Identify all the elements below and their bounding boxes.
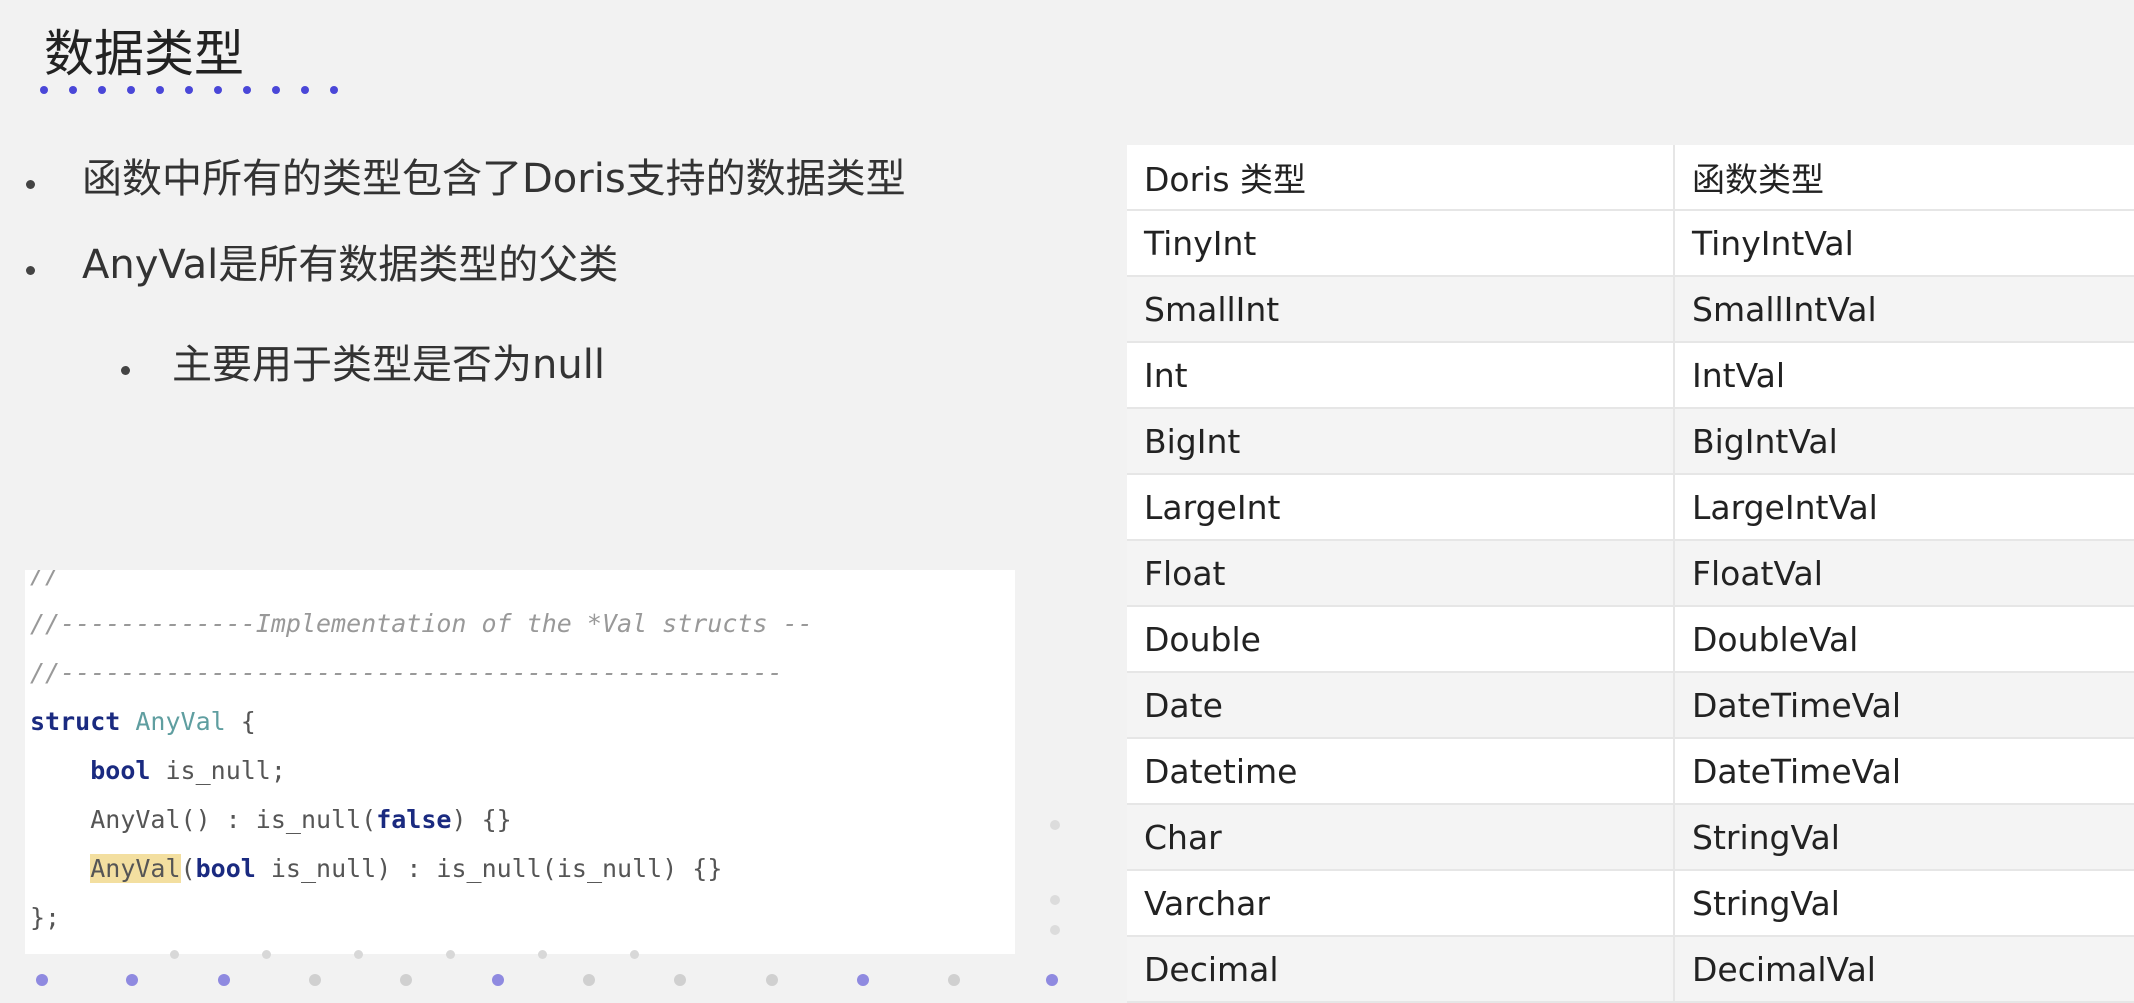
code-ctor-line: AnyVal() : is_null(false) {} [30,795,813,844]
cell-function-type: DateTimeVal [1674,672,2134,739]
cell-function-type: LargeIntVal [1674,474,2134,541]
table-row: SmallInt SmallIntVal [1127,276,2134,343]
table-row: Datetime DateTimeVal [1127,738,2134,805]
table-row: Decimal DecimalVal [1127,936,2134,1003]
cell-function-type: DateTimeVal [1674,738,2134,805]
table-row: Date DateTimeVal [1127,672,2134,739]
table-header-row: Doris 类型 函数类型 [1127,145,2134,211]
code-keyword: struct [30,707,121,736]
code-text: is_null) : is_null(is_null) {} [255,854,723,883]
column-header-function-type: 函数类型 [1674,145,2134,211]
code-text: { [225,707,256,736]
table-row: Double DoubleVal [1127,606,2134,673]
cell-doris-type: TinyInt [1127,210,1675,277]
bullet-item: 函数中所有的类型包含了Doris支持的数据类型 [20,155,906,241]
cell-function-type: StringVal [1674,870,2134,937]
cell-doris-type: Decimal [1127,936,1675,1003]
code-field-line: bool is_null; [30,746,813,795]
code-comment: //-------------Implementation of the *Va… [30,609,813,638]
cell-function-type: IntVal [1674,342,2134,409]
slide-title: 数据类型 [44,25,244,83]
cell-doris-type: Float [1127,540,1675,607]
cell-function-type: BigIntVal [1674,408,2134,475]
bullet-dot-icon [26,266,35,275]
code-struct-line: struct AnyVal { [30,697,813,746]
bullet-list: 函数中所有的类型包含了Doris支持的数据类型 AnyVal是所有数据类型的父类… [20,155,906,389]
cell-doris-type: LargeInt [1127,474,1675,541]
cell-function-type: StringVal [1674,804,2134,871]
table-row: Char StringVal [1127,804,2134,871]
code-highlighted-name: AnyVal [90,854,181,883]
table-row: TinyInt TinyIntVal [1127,210,2134,277]
code-comment: //--------------------------------------… [30,658,783,687]
sub-bullet-item: 主要用于类型是否为null [20,341,906,389]
code-text: AnyVal [90,805,181,834]
code-ctor-line: AnyVal(bool is_null) : is_null(is_null) … [30,844,813,893]
bullet-dot-icon [121,366,130,375]
code-text: () : is_null( [180,805,377,834]
cell-function-type: FloatVal [1674,540,2134,607]
cell-function-type: DoubleVal [1674,606,2134,673]
table-row: Varchar StringVal [1127,870,2134,937]
cell-function-type: DecimalVal [1674,936,2134,1003]
code-text: is_null; [150,756,286,785]
bullet-text: 函数中所有的类型包含了Doris支持的数据类型 [82,156,906,202]
type-mapping-table: Doris 类型 函数类型 TinyInt TinyIntVal SmallInt… [1127,145,2134,1003]
bullet-dot-icon [26,180,35,189]
column-header-doris-type: Doris 类型 [1127,145,1675,211]
code-text: ( [180,854,196,883]
cell-doris-type: SmallInt [1127,276,1675,343]
table-row: Int IntVal [1127,342,2134,409]
title-underline-dots [40,86,338,94]
code-keyword: bool [90,756,151,785]
code-type-name: AnyVal [135,707,226,736]
code-comment: // [30,570,61,589]
cell-doris-type: BigInt [1127,408,1675,475]
code-closing-line: }; [30,903,61,932]
cell-doris-type: Varchar [1127,870,1675,937]
code-text: ) {} [451,805,512,834]
cell-function-type: SmallIntVal [1674,276,2134,343]
code-snippet: // //-------------Implementation of the *… [25,570,1015,954]
cell-function-type: TinyIntVal [1674,210,2134,277]
cell-doris-type: Char [1127,804,1675,871]
cell-doris-type: Int [1127,342,1675,409]
cell-doris-type: Datetime [1127,738,1675,805]
cell-doris-type: Date [1127,672,1675,739]
table-row: Float FloatVal [1127,540,2134,607]
table-row: LargeInt LargeIntVal [1127,474,2134,541]
cell-doris-type: Double [1127,606,1675,673]
code-keyword: false [376,805,452,834]
bullet-text: AnyVal是所有数据类型的父类 [82,242,619,288]
code-keyword: bool [195,854,256,883]
table-row: BigInt BigIntVal [1127,408,2134,475]
bullet-text: 主要用于类型是否为null [172,342,605,388]
bullet-item: AnyVal是所有数据类型的父类 [20,241,906,341]
